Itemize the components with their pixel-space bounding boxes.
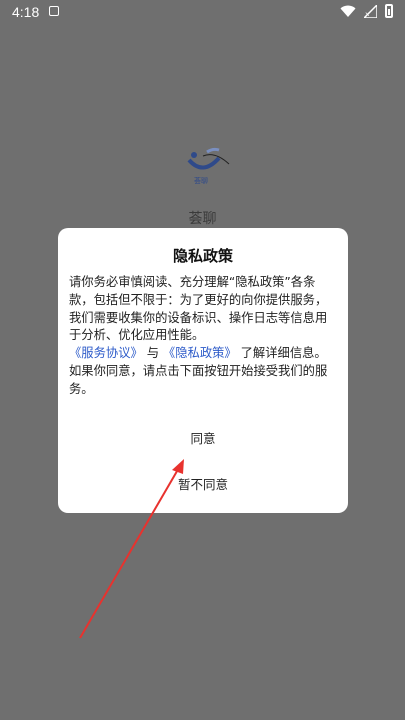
dialog-body: 请你务必审慎阅读、充分理解“隐私政策”各条款，包括但不限于：为了更好的向你提供服… — [69, 274, 339, 399]
status-icons: × — [340, 4, 393, 18]
status-bar: 4:18 × — [0, 0, 405, 24]
connector-text: 与 — [142, 346, 163, 361]
notification-icon — [49, 6, 59, 16]
agree-button[interactable]: 同意 — [58, 428, 348, 450]
battery-icon — [385, 4, 393, 18]
signal-icon: × — [364, 4, 377, 18]
disagree-button[interactable]: 暂不同意 — [58, 474, 348, 496]
service-agreement-link[interactable]: 《服务协议》 — [69, 346, 143, 360]
dialog-title: 隐私政策 — [172, 247, 233, 265]
app-name: 荟聊 — [188, 211, 217, 227]
logo-text: 荟聊 — [194, 176, 208, 185]
app-logo: 荟聊 — [187, 147, 230, 185]
body-text-1: 请你务必审慎阅读、充分理解“隐私政策”各条款，包括但不限于：为了更好的向你提供服… — [69, 275, 328, 343]
privacy-policy-link[interactable]: 《隐私政策》 — [163, 346, 237, 360]
svg-text:×: × — [365, 10, 370, 18]
privacy-dialog: 隐私政策 请你务必审慎阅读、充分理解“隐私政策”各条款，包括但不限于：为了更好的… — [58, 228, 348, 513]
status-time: 4:18 — [12, 4, 40, 20]
body-text-2: 了解详细信息。 — [236, 346, 327, 361]
wifi-icon — [340, 5, 356, 17]
body-text-3: 如果你同意，请点击下面按钮开始接受我们的服务。 — [69, 363, 328, 396]
